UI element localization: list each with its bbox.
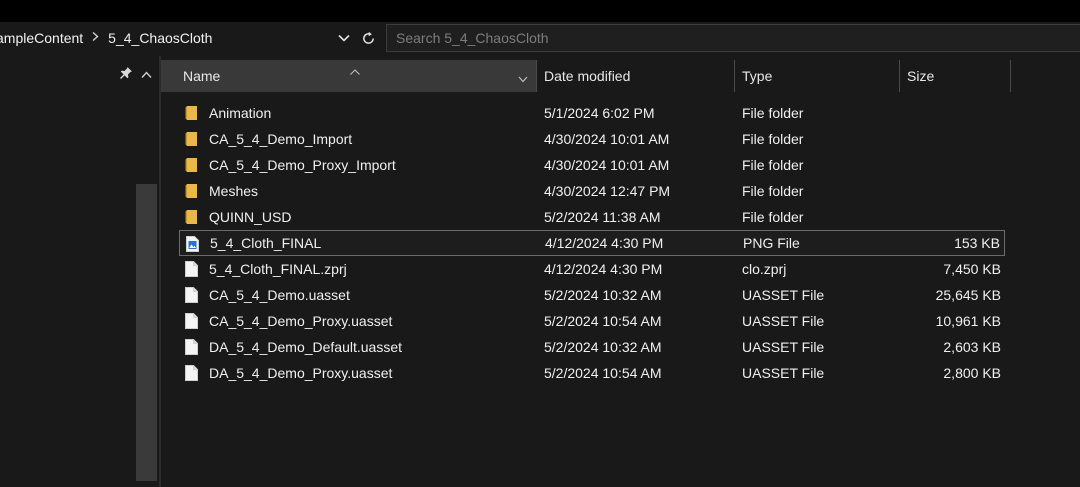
file-name: CA_5_4_Demo_Import [209, 131, 353, 147]
file-date-modified: 5/2/2024 10:32 AM [544, 339, 662, 355]
folder-icon [185, 183, 199, 202]
file-name: Animation [209, 105, 272, 121]
file-size: 153 KB [954, 235, 1000, 251]
file-date-modified: 4/12/2024 4:30 PM [545, 235, 664, 251]
file-size: 2,800 KB [943, 365, 1001, 381]
navigation-scrollbar[interactable] [136, 184, 157, 481]
file-date-modified: 5/2/2024 11:38 AM [544, 209, 661, 225]
file-name: DA_5_4_Demo_Proxy.uasset [209, 365, 393, 381]
column-header-type-label: Type [742, 68, 773, 84]
file-row[interactable]: QUINN_USD 5/2/2024 11:38 AM File folder [179, 204, 1005, 230]
file-row[interactable]: Meshes 4/30/2024 12:47 PM File folder [179, 178, 1005, 204]
file-size: 10,961 KB [935, 313, 1001, 329]
column-dropdown-chevron-icon[interactable] [518, 70, 528, 86]
file-type: clo.zprj [742, 261, 787, 277]
column-headers: Name Date modified Type Size [161, 60, 1011, 92]
column-header-date-label: Date modified [544, 68, 631, 84]
file-row[interactable]: Animation 5/1/2024 6:02 PM File folder [179, 100, 1005, 126]
file-row[interactable]: CA_5_4_Demo_Proxy_Import 4/30/2024 10:01 … [179, 152, 1005, 178]
scroll-up-chevron-icon[interactable] [141, 66, 152, 84]
file-date-modified: 4/30/2024 10:01 AM [544, 131, 670, 147]
file-icon [185, 313, 198, 332]
file-icon [185, 339, 198, 358]
file-name: CA_5_4_Demo_Proxy_Import [209, 157, 396, 173]
file-type: PNG File [743, 235, 800, 251]
sort-ascending-icon [350, 62, 360, 78]
column-header-name[interactable]: Name [161, 60, 536, 92]
file-date-modified: 4/30/2024 12:47 PM [544, 183, 671, 199]
file-name: QUINN_USD [209, 209, 292, 225]
column-header-name-label: Name [183, 68, 221, 84]
title-bar [0, 0, 1080, 22]
file-size: 25,645 KB [935, 287, 1001, 303]
folder-icon [185, 105, 199, 124]
address-bar: ampleContent 5_4_ChaosCloth [0, 22, 1080, 56]
navigation-pane[interactable] [0, 56, 159, 487]
column-header-type[interactable]: Type [734, 60, 899, 92]
file-size: 2,603 KB [943, 339, 1001, 355]
file-type: UASSET File [742, 339, 825, 355]
search-input[interactable] [387, 25, 1080, 51]
file-type: File folder [742, 183, 804, 199]
file-date-modified: 5/2/2024 10:54 AM [544, 313, 662, 329]
column-divider[interactable] [734, 60, 735, 92]
column-divider[interactable] [899, 60, 900, 92]
file-icon [185, 287, 198, 306]
file-date-modified: 4/12/2024 4:30 PM [544, 261, 663, 277]
file-row[interactable]: CA_5_4_Demo_Proxy.uasset 5/2/2024 10:54 A… [179, 308, 1005, 334]
file-date-modified: 5/1/2024 6:02 PM [544, 105, 655, 121]
file-row[interactable]: CA_5_4_Demo_Import 4/30/2024 10:01 AM File… [179, 126, 1005, 152]
breadcrumb-item-current[interactable]: 5_4_ChaosCloth [108, 30, 212, 46]
file-type: UASSET File [742, 313, 825, 329]
file-type: File folder [742, 131, 804, 147]
file-icon [185, 261, 198, 280]
file-row[interactable]: 5_4_Cloth_FINAL 4/12/2024 4:30 PM PNG File… [179, 230, 1005, 256]
file-date-modified: 5/2/2024 10:54 AM [544, 365, 662, 381]
file-list-pane: Name Date modified Type Size Animation 5/… [161, 56, 1080, 487]
breadcrumb-item-parent[interactable]: ampleContent [0, 30, 83, 46]
column-header-date[interactable]: Date modified [536, 60, 734, 92]
breadcrumb: ampleContent 5_4_ChaosCloth [0, 22, 212, 54]
file-date-modified: 5/2/2024 10:32 AM [544, 287, 662, 303]
folder-icon [185, 131, 199, 150]
pin-icon[interactable] [119, 66, 133, 85]
address-dropdown-chevron-icon[interactable] [336, 30, 352, 46]
file-list: Animation 5/1/2024 6:02 PM File folder CA_5… [179, 100, 1005, 386]
column-header-size[interactable]: Size [899, 60, 1011, 92]
file-row[interactable]: DA_5_4_Demo_Proxy.uasset 5/2/2024 10:54 A… [179, 360, 1005, 386]
folder-icon [185, 157, 199, 176]
file-type: File folder [742, 105, 804, 121]
file-type: File folder [742, 209, 804, 225]
column-divider[interactable] [536, 60, 537, 92]
image-file-icon [186, 236, 199, 255]
file-name: Meshes [209, 183, 259, 199]
file-name: DA_5_4_Demo_Default.uasset [209, 339, 403, 355]
column-header-size-label: Size [907, 68, 935, 84]
file-size: 7,450 KB [943, 261, 1001, 277]
file-name: 5_4_Cloth_FINAL [210, 235, 322, 251]
file-type: UASSET File [742, 365, 825, 381]
file-name: 5_4_Cloth_FINAL.zprj [209, 261, 347, 277]
column-divider[interactable] [1010, 60, 1011, 92]
file-name: CA_5_4_Demo.uasset [209, 287, 350, 303]
breadcrumb-chevron-icon[interactable] [92, 31, 99, 44]
file-type: File folder [742, 157, 804, 173]
file-row[interactable]: CA_5_4_Demo.uasset 5/2/2024 10:32 AM UASSE… [179, 282, 1005, 308]
refresh-icon[interactable] [360, 30, 376, 46]
file-date-modified: 4/30/2024 10:01 AM [544, 157, 670, 173]
file-type: UASSET File [742, 287, 825, 303]
search-box [386, 24, 1080, 52]
folder-icon [185, 209, 199, 228]
file-row[interactable]: DA_5_4_Demo_Default.uasset 5/2/2024 10:32… [179, 334, 1005, 360]
file-row[interactable]: 5_4_Cloth_FINAL.zprj 4/12/2024 4:30 PM clo… [179, 256, 1005, 282]
file-icon [185, 365, 198, 384]
file-name: CA_5_4_Demo_Proxy.uasset [209, 313, 393, 329]
